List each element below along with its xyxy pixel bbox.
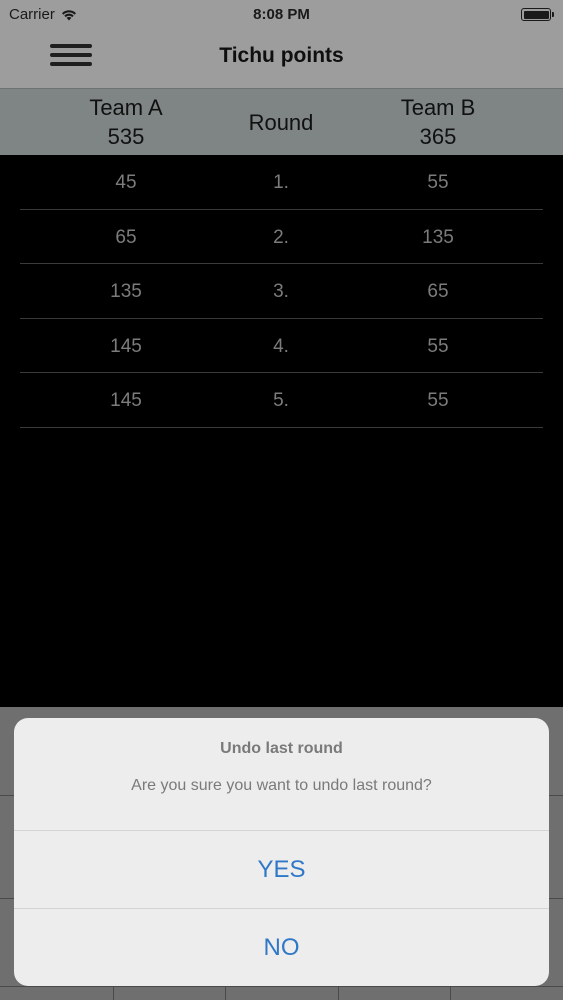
team-b-name: Team B bbox=[400, 95, 476, 120]
status-bar: Carrier 8:08 PM bbox=[0, 0, 563, 30]
table-row[interactable]: 45 1. 55 bbox=[20, 155, 543, 210]
team-a-points: 45 bbox=[115, 172, 137, 193]
team-a-points: 65 bbox=[115, 226, 137, 248]
team-a-points: 135 bbox=[110, 281, 142, 302]
team-b-points: 55 bbox=[427, 172, 449, 193]
page-title: Tichu points bbox=[219, 44, 344, 67]
no-button[interactable]: NO bbox=[14, 909, 549, 986]
team-b-points: 135 bbox=[422, 226, 454, 248]
top-bar: Carrier 8:08 PM Tichu points bbox=[0, 0, 563, 88]
round-number: 1. bbox=[273, 172, 289, 193]
table-row[interactable]: 135 3. 65 bbox=[20, 264, 543, 319]
table-row[interactable]: 145 4. 55 bbox=[20, 319, 543, 373]
team-a-name: Team A bbox=[89, 95, 163, 120]
round-number: 4. bbox=[273, 335, 289, 357]
round-number: 3. bbox=[273, 281, 289, 302]
table-row[interactable]: 65 2. 135 bbox=[20, 210, 543, 264]
battery-full-icon bbox=[521, 8, 554, 21]
alert-message: Are you sure you want to undo last round… bbox=[131, 777, 432, 794]
team-a-points: 145 bbox=[110, 335, 142, 357]
round-label: Round bbox=[248, 110, 314, 135]
yes-button[interactable]: YES bbox=[14, 831, 549, 909]
team-a-header: Team A 535 bbox=[46, 89, 206, 156]
round-number: 5. bbox=[273, 390, 289, 411]
round-number: 2. bbox=[273, 226, 289, 248]
status-time: 8:08 PM bbox=[253, 6, 310, 23]
team-b-header: Team B 365 bbox=[358, 89, 518, 156]
round-header: Round bbox=[201, 89, 361, 156]
team-b-points: 65 bbox=[427, 281, 449, 302]
team-b-total: 365 bbox=[419, 124, 457, 149]
alert-title: Undo last round bbox=[220, 740, 343, 757]
score-header: Team A 535 Round Team B 365 bbox=[0, 88, 563, 155]
rounds-table: 45 1. 55 65 2. 135 135 3. 65 145 4. 55 1… bbox=[20, 155, 543, 428]
team-a-points: 145 bbox=[110, 390, 142, 411]
team-b-points: 55 bbox=[427, 335, 449, 357]
undo-alert-dialog: Undo last round Are you sure you want to… bbox=[14, 718, 549, 986]
navigation-bar: Tichu points bbox=[0, 30, 563, 88]
team-b-points: 55 bbox=[427, 390, 449, 411]
table-row[interactable]: 145 5. 55 bbox=[20, 373, 543, 428]
team-a-total: 535 bbox=[107, 124, 145, 149]
